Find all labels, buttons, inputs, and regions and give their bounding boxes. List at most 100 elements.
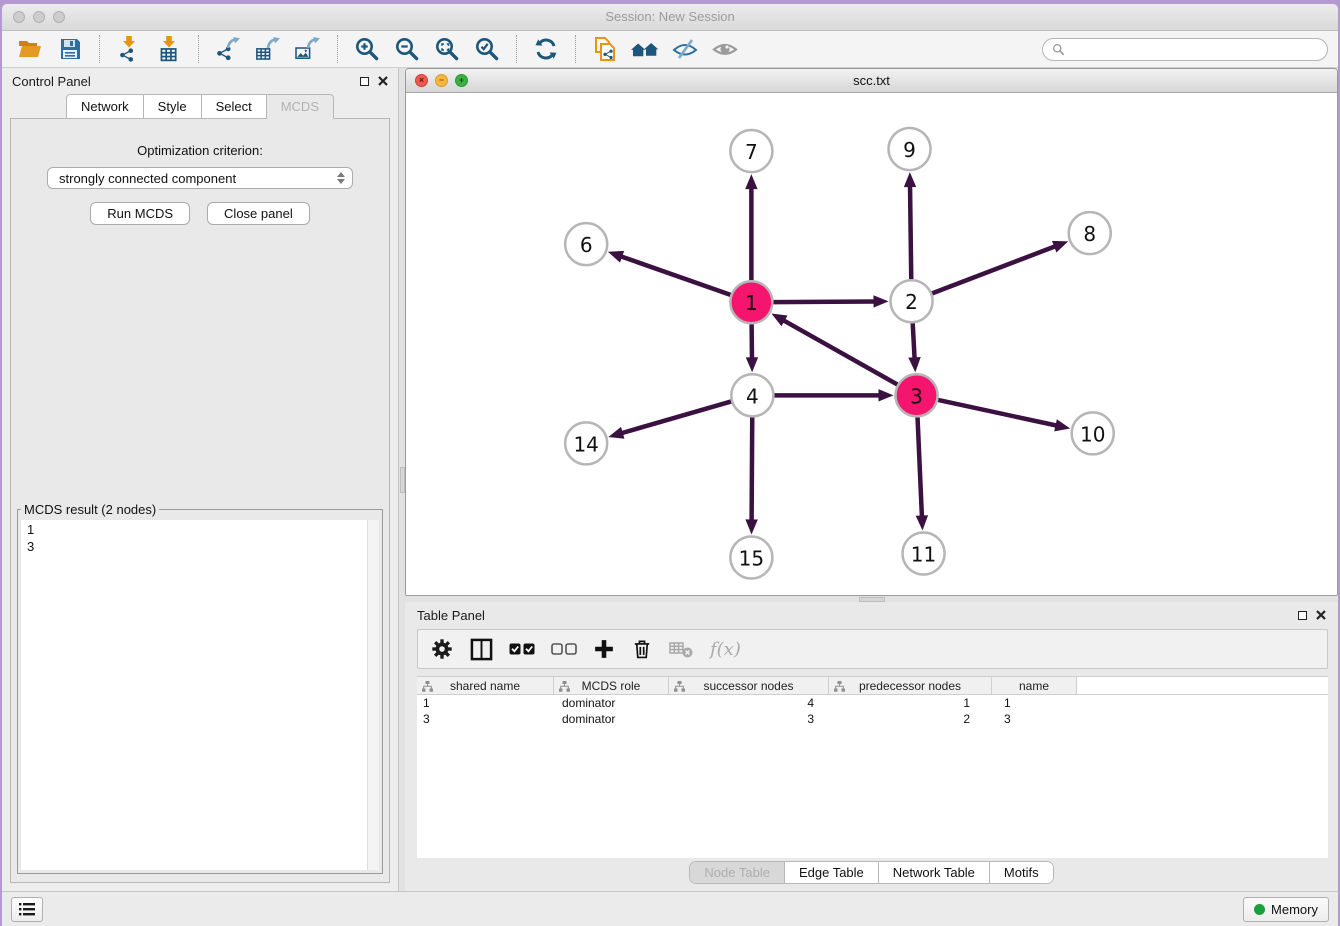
column-header-shared-name[interactable]: shared name — [417, 676, 554, 695]
splitter-handle[interactable] — [859, 597, 885, 602]
close-panel-icon[interactable] — [1316, 610, 1326, 620]
node-label-2: 2 — [905, 290, 918, 314]
function-builder-icon[interactable]: f(x) — [710, 639, 741, 660]
minimize-network-icon[interactable]: − — [435, 74, 448, 87]
float-panel-icon[interactable] — [1298, 611, 1307, 620]
memory-label: Memory — [1271, 902, 1318, 917]
cell: 1 — [992, 696, 1077, 710]
select-all-columns-icon[interactable] — [509, 640, 535, 658]
main-area: Control Panel NetworkStyleSelectMCDS Opt… — [2, 68, 1338, 891]
task-history-button[interactable] — [11, 897, 43, 922]
unselect-all-columns-icon[interactable] — [551, 640, 577, 658]
column-header-name[interactable]: name — [992, 676, 1077, 695]
optimization-select-value: strongly connected component — [59, 171, 236, 186]
main-toolbar — [2, 31, 1338, 68]
edge-arrowhead — [904, 172, 916, 187]
edge-1-2[interactable] — [773, 301, 875, 302]
result-scrollbar[interactable] — [367, 520, 379, 870]
network-graph[interactable]: 7968124314101511 — [406, 93, 1337, 596]
show-all-icon[interactable] — [707, 34, 743, 64]
open-file-icon[interactable] — [12, 34, 48, 64]
run-mcds-button[interactable]: Run MCDS — [90, 202, 190, 225]
import-table-icon[interactable] — [151, 34, 187, 64]
tab-select[interactable]: Select — [202, 94, 267, 119]
network-window-titlebar: × − + scc.txt — [406, 69, 1337, 93]
delete-columns-trash-icon[interactable] — [631, 637, 653, 661]
table-row[interactable]: 1dominator411 — [417, 695, 1328, 711]
edge-arrowhead — [745, 519, 757, 534]
hide-selection-icon[interactable] — [667, 34, 703, 64]
tab-mcds[interactable]: MCDS — [267, 94, 334, 119]
float-panel-icon[interactable] — [360, 77, 369, 86]
zoom-in-icon[interactable] — [349, 34, 385, 64]
control-panel-tabs: NetworkStyleSelectMCDS — [2, 94, 398, 119]
cell: 1 — [829, 696, 992, 710]
cell: 2 — [829, 712, 992, 726]
search-box[interactable] — [1042, 38, 1328, 61]
import-network-icon[interactable] — [111, 34, 147, 64]
edge-3-10[interactable] — [938, 400, 1057, 426]
export-network-icon[interactable] — [210, 34, 246, 64]
tab-motifs[interactable]: Motifs — [989, 862, 1053, 883]
add-column-icon[interactable] — [593, 638, 615, 660]
minimize-window-icon[interactable] — [33, 11, 45, 23]
edge-2-3[interactable] — [913, 323, 915, 359]
edge-arrowhead — [608, 427, 624, 439]
edge-3-11[interactable] — [918, 417, 922, 517]
network-canvas[interactable]: 7968124314101511 — [406, 93, 1337, 596]
mcds-result-text: 1 3 — [21, 520, 367, 870]
fit-content-icon[interactable] — [429, 34, 465, 64]
export-table-icon[interactable] — [250, 34, 286, 64]
column-header-predecessor-nodes[interactable]: predecessor nodes — [829, 676, 992, 695]
node-label-14: 14 — [573, 432, 598, 456]
close-panel-button[interactable]: Close panel — [207, 202, 310, 225]
node-label-1: 1 — [745, 291, 758, 315]
zoom-network-icon[interactable]: + — [455, 74, 468, 87]
splitter-handle[interactable] — [400, 467, 405, 493]
close-window-icon[interactable] — [13, 11, 25, 23]
first-neighbors-icon[interactable] — [627, 34, 663, 64]
memory-button[interactable]: Memory — [1243, 897, 1329, 922]
tab-network-table[interactable]: Network Table — [878, 862, 989, 883]
zoom-window-icon[interactable] — [53, 11, 65, 23]
toolbar-separator — [575, 35, 576, 63]
table-row[interactable]: 3dominator323 — [417, 711, 1328, 727]
tab-node-table[interactable]: Node Table — [690, 862, 784, 883]
new-network-from-selection-icon[interactable] — [587, 34, 623, 64]
mcds-result-area[interactable]: 1 3 — [21, 520, 379, 870]
edge-2-8[interactable] — [932, 246, 1056, 293]
zoom-selected-icon[interactable] — [469, 34, 505, 64]
network-window-controls: × − + — [415, 74, 468, 87]
zoom-out-icon[interactable] — [389, 34, 425, 64]
column-header-MCDS-role[interactable]: MCDS role — [554, 676, 669, 695]
cell: 3 — [669, 712, 829, 726]
column-header-successor-nodes[interactable]: successor nodes — [669, 676, 829, 695]
edge-3-1[interactable] — [783, 320, 898, 385]
cell: dominator — [554, 696, 669, 710]
control-panel: Control Panel NetworkStyleSelectMCDS Opt… — [2, 68, 399, 891]
edge-4-14[interactable] — [621, 401, 731, 433]
export-image-icon[interactable] — [290, 34, 326, 64]
edge-2-9[interactable] — [910, 185, 911, 279]
node-label-6: 6 — [580, 233, 593, 257]
tab-style[interactable]: Style — [144, 94, 202, 119]
search-input[interactable] — [1071, 41, 1318, 57]
save-session-icon[interactable] — [52, 34, 88, 64]
edge-arrowhead — [908, 357, 920, 372]
delete-table-icon[interactable] — [669, 638, 694, 660]
optimization-select[interactable]: strongly connected component — [47, 167, 353, 189]
node-label-15: 15 — [739, 546, 764, 570]
split-panel-icon[interactable] — [470, 638, 493, 661]
tab-network[interactable]: Network — [66, 94, 144, 119]
close-network-icon[interactable]: × — [415, 74, 428, 87]
edge-arrowhead — [1052, 241, 1068, 253]
edge-arrowhead — [745, 174, 757, 189]
edge-1-6[interactable] — [620, 256, 730, 295]
edge-4-15[interactable] — [752, 417, 753, 521]
toolbar-separator — [337, 35, 338, 63]
close-panel-icon[interactable] — [378, 76, 388, 86]
settings-gear-icon[interactable] — [430, 637, 454, 661]
refresh-icon[interactable] — [528, 34, 564, 64]
search-icon — [1052, 43, 1065, 56]
tab-edge-table[interactable]: Edge Table — [784, 862, 878, 883]
